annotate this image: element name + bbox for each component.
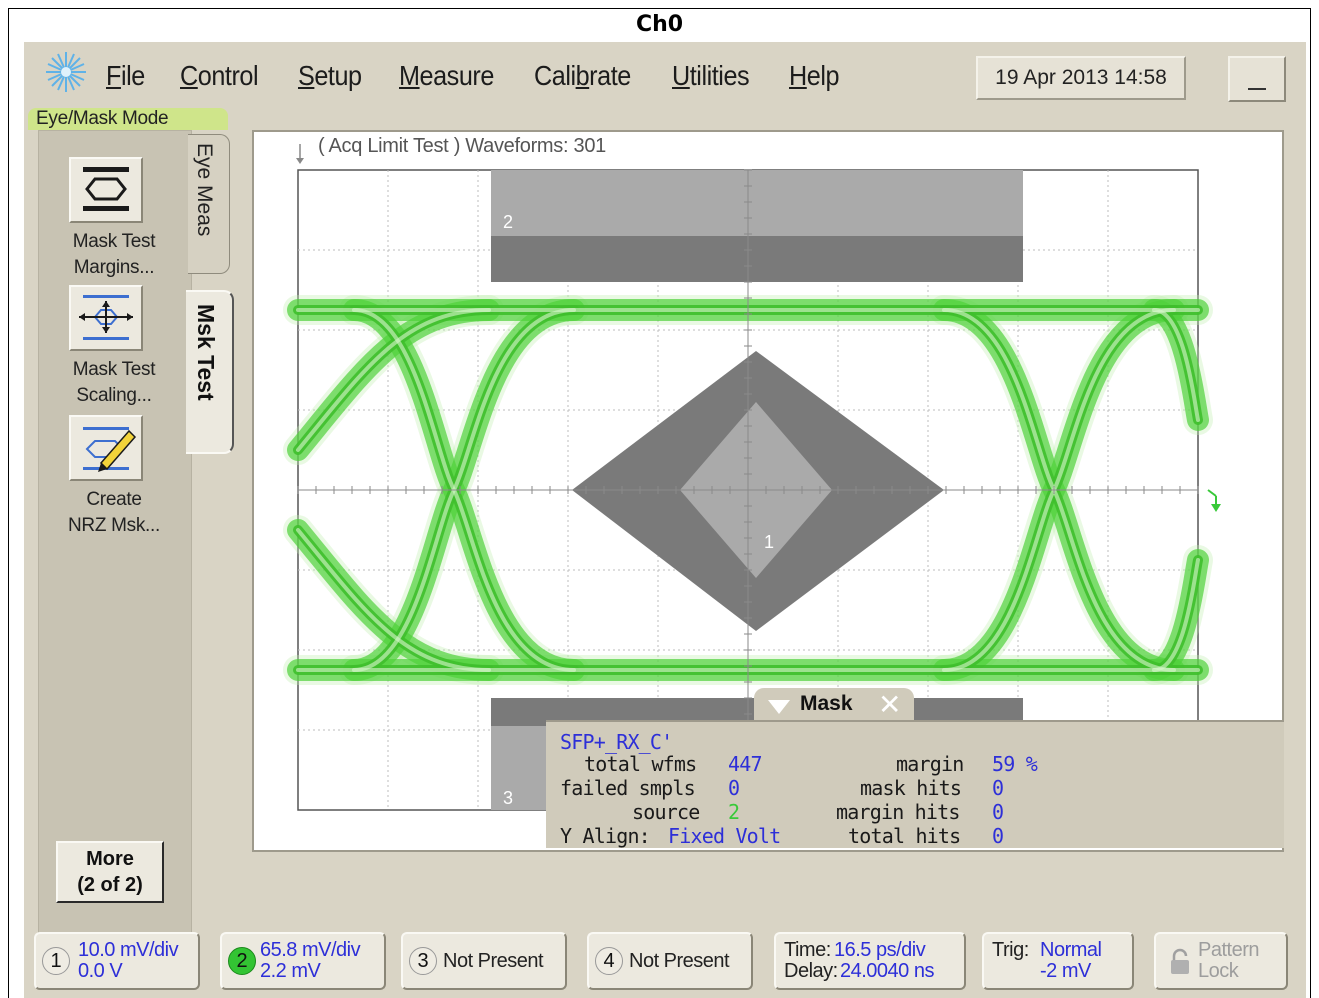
collapse-icon[interactable] <box>768 700 790 714</box>
failed-smpls-label: failed smpls <box>560 776 696 800</box>
channel-1-scale: 10.0 mV/div <box>78 939 179 961</box>
channel-1-offset: 0.0 V <box>78 960 123 982</box>
mask-scaling-icon <box>79 295 133 340</box>
menu-control[interactable]: Control <box>180 60 259 92</box>
channel-2-badge: 2 <box>228 947 256 975</box>
channel-3-status: Not Present <box>443 950 544 972</box>
source-value: 2 <box>728 800 740 824</box>
trig-level: -2 mV <box>1040 960 1091 982</box>
menu-calibrate[interactable]: Calibrate <box>534 60 631 92</box>
channel-4-button[interactable]: 4 Not Present <box>587 932 753 990</box>
acquisition-status: ( Acq Limit Test ) Waveforms: 301 <box>318 135 606 157</box>
menu-file[interactable]: File <box>106 60 145 92</box>
tab-msk-test[interactable]: Msk Test <box>186 290 234 454</box>
y-align-label: Y Align: <box>560 824 651 848</box>
total-wfms-value: 447 <box>728 752 763 776</box>
mask-region-label: 1 <box>764 532 774 552</box>
delay-label: Delay: <box>784 960 838 982</box>
pattern-lock-line1: Pattern <box>1198 939 1259 961</box>
mask-region-label: 3 <box>503 788 513 808</box>
y-align-value: Fixed Volt <box>668 824 781 848</box>
trigger-button[interactable]: Trig: Normal -2 mV <box>982 932 1134 990</box>
timebase-button[interactable]: Time: 16.5 ps/div Delay: 24.0040 ns <box>774 932 966 990</box>
mask-region-label: 2 <box>503 212 513 232</box>
mask-margins-icon <box>83 167 129 211</box>
source-label: source <box>632 800 700 824</box>
date-time-display: 19 Apr 2013 14:58 <box>976 56 1186 100</box>
channel-2-scale: 65.8 mV/div <box>260 939 361 961</box>
channel-3-button[interactable]: 3 Not Present <box>401 932 567 990</box>
delay-value: 24.0040 ns <box>840 960 934 982</box>
total-hits-value: 0 <box>992 824 1004 848</box>
menu-help[interactable]: Help <box>789 60 839 92</box>
margin-hits-value: 0 <box>992 800 1004 824</box>
more-button[interactable]: More (2 of 2) <box>56 841 164 903</box>
create-nrz-mask-label: Create NRZ Msk... <box>68 489 160 536</box>
pattern-lock-button[interactable]: Pattern Lock <box>1154 932 1288 990</box>
mask-test-margins-button[interactable] <box>69 157 143 223</box>
mask-panel-title: Mask <box>800 692 853 715</box>
mode-label: Eye/Mask Mode <box>28 108 228 130</box>
mask-test-scaling-label: Mask Test Scaling... <box>72 359 156 406</box>
channel-3-badge: 3 <box>409 947 437 975</box>
minimize-icon <box>1248 88 1266 90</box>
mask-hits-value: 0 <box>992 776 1004 800</box>
time-value: 16.5 ps/div <box>834 939 926 961</box>
mask-name: SFP+_RX_C' <box>560 730 673 754</box>
mask-region-1 <box>572 351 944 631</box>
center-axes <box>297 169 1199 811</box>
failed-smpls-value: 0 <box>728 776 740 800</box>
agilent-logo-icon[interactable] <box>44 50 88 94</box>
total-hits-label: total hits <box>848 824 961 848</box>
channel-4-status: Not Present <box>629 950 730 972</box>
channel-2-button[interactable]: 2 65.8 mV/div 2.2 mV <box>220 932 386 990</box>
trigger-level-icon[interactable] <box>1207 489 1221 512</box>
channel-4-badge: 4 <box>595 947 623 975</box>
channel-1-badge: 1 <box>42 947 70 975</box>
mask-test-scaling-button[interactable] <box>69 285 143 351</box>
margin-hits-label: margin hits <box>836 800 960 824</box>
menu-utilities[interactable]: Utilities <box>672 60 750 92</box>
mask-test-margins-label: Mask Test Margins... <box>72 231 156 278</box>
trig-label: Trig: <box>992 939 1029 961</box>
scope-application: File Control Setup Measure Calibrate Uti… <box>24 42 1306 998</box>
trig-mode: Normal <box>1040 939 1102 961</box>
mask-region-2 <box>491 170 1023 282</box>
create-nrz-mask-button[interactable] <box>69 415 143 481</box>
tab-eye-meas[interactable]: Eye Meas <box>188 134 230 274</box>
channel-2-offset: 2.2 mV <box>260 960 321 982</box>
total-wfms-label: total wfms <box>584 752 697 776</box>
menu-measure[interactable]: Measure <box>399 60 494 92</box>
lock-icon <box>1168 948 1192 981</box>
close-icon[interactable]: ✕ <box>878 688 901 721</box>
create-mask-icon <box>83 427 137 472</box>
mask-panel-tab[interactable]: Mask ✕ <box>754 688 914 722</box>
pattern-lock-line2: Lock <box>1198 960 1239 982</box>
margin-label: margin <box>896 752 964 776</box>
channel-1-button[interactable]: 1 10.0 mV/div 0.0 V <box>34 932 200 990</box>
minimize-button[interactable] <box>1228 56 1286 102</box>
mask-results-panel: SFP+_RX_C' total wfms 447 failed smpls 0… <box>546 720 1284 848</box>
menu-setup[interactable]: Setup <box>298 60 362 92</box>
marker-arrow-icon <box>296 144 304 164</box>
left-toolbar: Mask Test Margins... Mask Test Scaling... <box>38 130 192 970</box>
figure-caption: Ch0 <box>635 12 684 37</box>
mask-hits-label: mask hits <box>860 776 962 800</box>
margin-value: 59 % <box>992 752 1038 776</box>
time-label: Time: <box>784 939 831 961</box>
